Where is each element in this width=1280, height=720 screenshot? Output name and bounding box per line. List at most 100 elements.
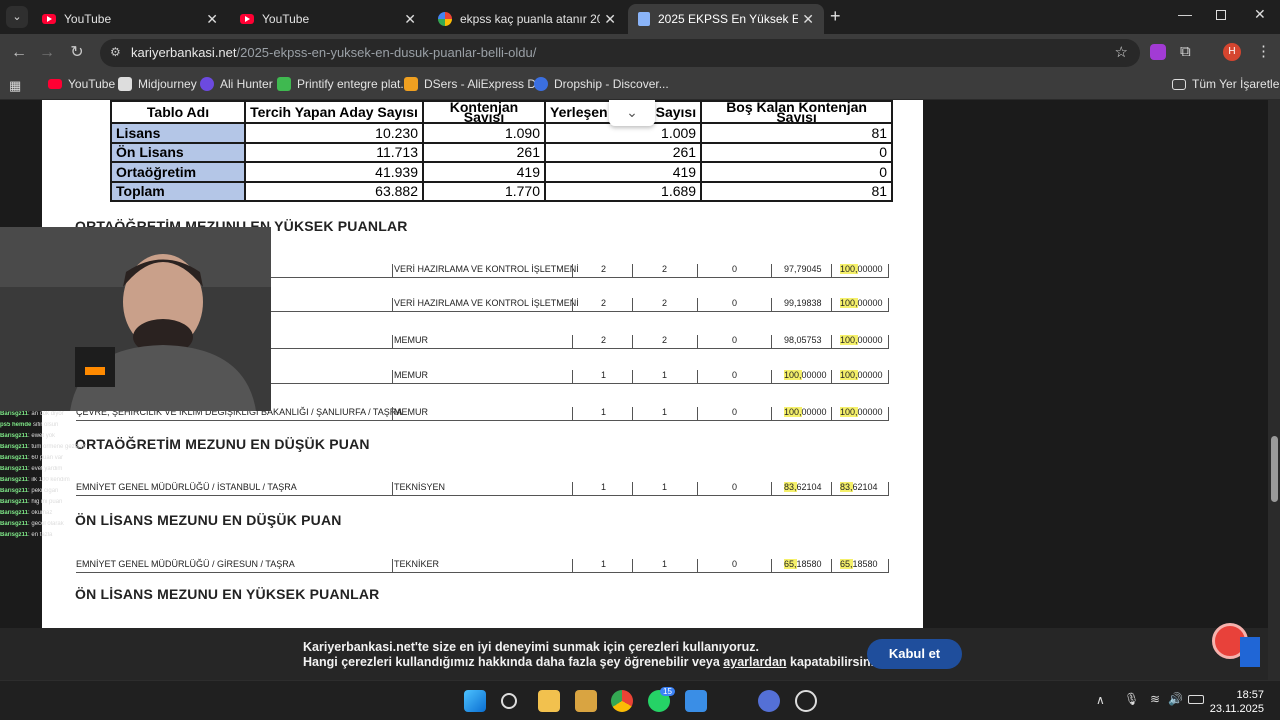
chrome-icon[interactable]: [611, 690, 633, 712]
chat-message: ps5 hemde sifir olsun: [0, 422, 180, 433]
chat-username: Barisgz11: [0, 499, 29, 505]
menu-icon[interactable]: ⋮: [1256, 42, 1271, 60]
close-tab-icon[interactable]: ✕: [604, 11, 616, 28]
bookmark-printify[interactable]: Printify entegre plat...: [277, 77, 410, 91]
ranking-row: EMNİYET GENEL MÜDÜRLÜĞÜ / İSTANBUL / TAŞ…: [76, 482, 889, 496]
restore-button[interactable]: [1216, 10, 1226, 20]
ranking-cell-title: VERİ HAZIRLAMA VE KONTROL İŞLETMENİ: [394, 264, 579, 274]
apps-grid-icon[interactable]: ▦: [9, 78, 21, 94]
site-info-icon[interactable]: ⚙: [110, 45, 121, 59]
excel-icon[interactable]: [575, 690, 597, 712]
bookmark-dropship[interactable]: Dropship - Discover...: [534, 77, 669, 91]
close-window-button[interactable]: ✕: [1254, 6, 1266, 23]
bookmark-dsers[interactable]: DSers - AliExpress D...: [404, 77, 546, 91]
extension-icon[interactable]: [1150, 44, 1166, 60]
store-icon[interactable]: [685, 690, 707, 712]
youtube-icon: [240, 14, 254, 24]
cookie-settings-link[interactable]: ayarlardan: [723, 655, 786, 669]
show-hidden-icons[interactable]: ∧: [1096, 693, 1105, 707]
ranking-cell-title: MEMUR: [394, 370, 428, 380]
bookmark-ali-hunter[interactable]: Ali Hunter: [200, 77, 273, 91]
chat-message: Barisgz11: evet yardim: [0, 466, 180, 477]
document-icon: [638, 12, 650, 26]
chat-text: : tum ormene gezelim: [28, 444, 86, 450]
column-separator: [771, 298, 772, 312]
bookmark-youtube[interactable]: YouTube: [48, 77, 115, 91]
ranking-cell-max-score: 100,00000: [840, 370, 883, 380]
ranking-cell-max-score: 83,62104: [840, 482, 878, 492]
close-tab-icon[interactable]: ✕: [404, 11, 416, 28]
tab-strip: ⌄ YouTube ✕ YouTube ✕ ekpss kaç puanla a…: [0, 0, 1280, 34]
chat-message: Barisgz11: 60 puan var: [0, 455, 180, 466]
file-explorer-icon[interactable]: [538, 690, 560, 712]
streamer-webcam-image: [0, 227, 271, 411]
column-separator: [572, 370, 573, 384]
reload-icon[interactable]: ↻: [66, 42, 88, 64]
ranking-cell-k: 1: [601, 482, 607, 492]
ranking-cell-b: 0: [732, 482, 738, 492]
close-tab-icon[interactable]: ✕: [206, 11, 218, 28]
google-icon: [438, 12, 452, 26]
collapse-chevron-button[interactable]: ⌄: [609, 100, 655, 126]
obs-icon[interactable]: [795, 690, 817, 712]
tab-youtube-2[interactable]: YouTube ✕: [230, 4, 426, 34]
taskbar-clock[interactable]: 18:57 23.11.2025: [1210, 688, 1264, 716]
table-header-cell: Tercih Yapan Aday Sayısı: [244, 100, 424, 124]
forward-icon[interactable]: →: [36, 42, 58, 64]
scroll-top-button[interactable]: [1240, 637, 1260, 667]
bookmark-midjourney[interactable]: Midjourney: [118, 77, 197, 91]
scrollbar-thumb[interactable]: [1271, 436, 1278, 502]
accept-cookies-button[interactable]: Kabul et: [867, 639, 962, 669]
chat-text: : evet yardim: [28, 466, 63, 472]
column-separator: [697, 298, 698, 312]
chat-message: Barisgz11: ewet yok: [0, 433, 180, 444]
new-tab-button[interactable]: +: [830, 6, 841, 27]
wifi-icon[interactable]: ≋: [1150, 692, 1160, 706]
puzzle-icon[interactable]: ⧉: [1180, 43, 1191, 60]
bookmarks-bar: ▦ YouTube Midjourney Ali Hunter Printify…: [0, 72, 1280, 100]
table-header-cell: Kontenjan Sayısı: [422, 100, 546, 124]
column-separator: [572, 298, 573, 312]
dropship-icon: [534, 77, 548, 91]
tab-search-button[interactable]: ⌄: [6, 6, 28, 28]
column-separator: [888, 407, 889, 421]
address-bar[interactable]: ⚙ kariyerbankasi.net/2025-ekpss-en-yukse…: [100, 39, 1140, 67]
profile-avatar[interactable]: H: [1223, 43, 1241, 61]
column-separator: [392, 559, 393, 573]
search-icon[interactable]: [501, 693, 517, 709]
minimize-button[interactable]: —: [1178, 6, 1192, 22]
ranking-cell-k: 2: [601, 264, 607, 274]
battery-icon[interactable]: [1188, 695, 1204, 704]
bookmark-star-icon[interactable]: ☆: [1115, 43, 1128, 61]
ranking-cell-b: 0: [732, 335, 738, 345]
all-bookmarks-folder[interactable]: Tüm Yer İşaretleri: [1172, 77, 1280, 91]
tab-youtube-1[interactable]: YouTube ✕: [32, 4, 228, 34]
back-icon[interactable]: ←: [8, 42, 30, 64]
column-separator: [572, 335, 573, 349]
microphone-icon[interactable]: 🎙: [1124, 692, 1139, 706]
chat-text: : 60 puan var: [28, 455, 64, 461]
volume-icon[interactable]: 🔊: [1168, 692, 1183, 706]
tab-google-search[interactable]: ekpss kaç puanla atanır 2025 - Goo ✕: [428, 4, 626, 34]
chat-text: sifir olsun: [31, 422, 59, 428]
webcam-overlay: [0, 227, 271, 411]
table-header-row: Tablo Adı Tercih Yapan Aday Sayısı Konte…: [110, 100, 894, 124]
column-separator: [831, 298, 832, 312]
tab-ekpss-article[interactable]: 2025 EKPSS En Yüksek En Düşük ✕: [628, 4, 824, 34]
close-tab-icon[interactable]: ✕: [802, 11, 814, 28]
column-separator: [392, 264, 393, 278]
column-separator: [572, 559, 573, 573]
page-scrollbar[interactable]: [1268, 100, 1280, 680]
ranking-cell-k: 1: [601, 407, 607, 417]
windows-start-icon[interactable]: [464, 690, 486, 712]
table-header-cell: Tablo Adı: [110, 100, 246, 124]
cookie-text-line1: Kariyerbankasi.net'te size en iyi deneyi…: [303, 640, 759, 654]
app-icon[interactable]: [758, 690, 780, 712]
column-separator: [632, 335, 633, 349]
ranking-cell-max-score: 100,00000: [840, 335, 883, 345]
ranking-cell-min-score: 100,00000: [784, 407, 827, 417]
ranking-cell-min-score: 83,62104: [784, 482, 822, 492]
column-separator: [831, 264, 832, 278]
ali-hunter-icon: [200, 77, 214, 91]
column-separator: [392, 298, 393, 312]
